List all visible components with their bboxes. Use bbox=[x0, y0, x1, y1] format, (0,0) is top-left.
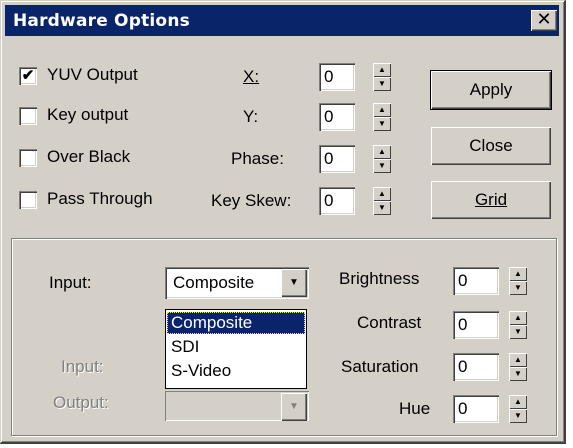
spin-up-icon[interactable]: ▲ bbox=[373, 63, 391, 77]
spin-up-icon[interactable]: ▲ bbox=[373, 187, 391, 201]
phase-spinner[interactable]: ▲ ▼ bbox=[373, 145, 391, 173]
pass-through-checkbox[interactable] bbox=[19, 191, 37, 209]
contrast-input[interactable]: 0 bbox=[453, 311, 499, 339]
spin-up-icon[interactable]: ▲ bbox=[509, 395, 527, 409]
pass-through-label: Pass Through bbox=[47, 189, 153, 208]
hue-spinner[interactable]: ▲ ▼ bbox=[509, 395, 527, 423]
y-input[interactable]: 0 bbox=[319, 103, 355, 131]
yuv-output-checkbox[interactable]: ✔ bbox=[19, 67, 37, 85]
spin-down-icon[interactable]: ▼ bbox=[509, 325, 527, 339]
brightness-spinner[interactable]: ▲ ▼ bbox=[509, 267, 527, 295]
brightness-label: Brightness bbox=[339, 269, 420, 288]
saturation-label: Saturation bbox=[341, 357, 419, 376]
input-dropdown-list: Composite SDI S-Video bbox=[165, 309, 307, 389]
saturation-spinner[interactable]: ▲ ▼ bbox=[509, 353, 527, 381]
y-spinner[interactable]: ▲ ▼ bbox=[373, 103, 391, 131]
y-label: Y: bbox=[243, 107, 259, 126]
option-sdi[interactable]: SDI bbox=[167, 336, 305, 358]
x-spinner[interactable]: ▲ ▼ bbox=[373, 63, 391, 91]
key-skew-label: Key Skew: bbox=[211, 191, 292, 210]
x-label: X: bbox=[243, 67, 260, 86]
input-label: Input: bbox=[49, 273, 92, 292]
input-select[interactable]: Composite ▼ bbox=[165, 267, 309, 299]
over-black-label: Over Black bbox=[47, 147, 131, 166]
contrast-spinner[interactable]: ▲ ▼ bbox=[509, 311, 527, 339]
spin-down-icon[interactable]: ▼ bbox=[509, 367, 527, 381]
chevron-down-icon[interactable]: ▼ bbox=[281, 269, 307, 297]
close-button[interactable]: Close bbox=[431, 127, 551, 165]
spin-up-icon[interactable]: ▲ bbox=[509, 353, 527, 367]
key-skew-input[interactable]: 0 bbox=[319, 187, 355, 215]
close-icon: ✕ bbox=[536, 9, 552, 30]
apply-button[interactable]: Apply bbox=[430, 70, 552, 110]
spin-down-icon[interactable]: ▼ bbox=[373, 77, 391, 91]
phase-input[interactable]: 0 bbox=[319, 145, 355, 173]
disabled-input-label: Input: bbox=[61, 357, 104, 376]
input-select-value: Composite bbox=[173, 273, 255, 292]
hue-input[interactable]: 0 bbox=[453, 395, 499, 423]
key-output-checkbox[interactable] bbox=[19, 107, 37, 125]
spin-down-icon[interactable]: ▼ bbox=[509, 281, 527, 295]
yuv-output-label: YUV Output bbox=[47, 65, 138, 84]
title-bar[interactable]: Hardware Options ✕ bbox=[5, 5, 559, 36]
spin-down-icon[interactable]: ▼ bbox=[373, 159, 391, 173]
output-select: ▼ bbox=[165, 391, 309, 421]
chevron-down-icon: ▼ bbox=[281, 393, 307, 421]
spin-up-icon[interactable]: ▲ bbox=[509, 311, 527, 325]
spin-down-icon[interactable]: ▼ bbox=[373, 117, 391, 131]
option-s-video[interactable]: S-Video bbox=[167, 360, 305, 382]
contrast-label: Contrast bbox=[357, 313, 422, 332]
x-input[interactable]: 0 bbox=[319, 63, 355, 91]
window-title: Hardware Options bbox=[13, 11, 190, 31]
spin-down-icon[interactable]: ▼ bbox=[509, 409, 527, 423]
spin-up-icon[interactable]: ▲ bbox=[373, 103, 391, 117]
spin-up-icon[interactable]: ▲ bbox=[509, 267, 527, 281]
phase-label: Phase: bbox=[231, 149, 284, 168]
hue-label: Hue bbox=[399, 399, 431, 418]
over-black-checkbox[interactable] bbox=[19, 149, 37, 167]
key-output-label: Key output bbox=[47, 105, 129, 124]
spin-down-icon[interactable]: ▼ bbox=[373, 201, 391, 215]
option-composite[interactable]: Composite bbox=[167, 312, 305, 334]
key-skew-spinner[interactable]: ▲ ▼ bbox=[373, 187, 391, 215]
disabled-output-label: Output: bbox=[53, 393, 109, 412]
close-window-button[interactable]: ✕ bbox=[531, 10, 557, 31]
brightness-input[interactable]: 0 bbox=[453, 267, 499, 295]
grid-button[interactable]: Grid bbox=[431, 181, 551, 219]
saturation-input[interactable]: 0 bbox=[453, 353, 499, 381]
hardware-options-dialog: Hardware Options ✕ ✔ YUV Output Key outp… bbox=[0, 0, 566, 444]
spin-up-icon[interactable]: ▲ bbox=[373, 145, 391, 159]
